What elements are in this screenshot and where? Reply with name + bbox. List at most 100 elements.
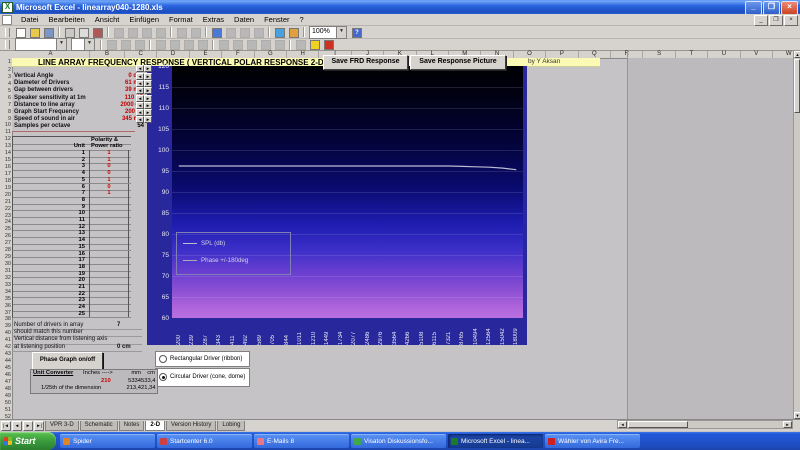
row-header-41[interactable]: 41 [0,337,11,344]
spinner-right-icon[interactable]: ► [144,73,152,80]
parameter-spinner[interactable]: ◄► [136,95,152,102]
workbook-restore-button[interactable]: ❐ [769,15,783,26]
driver-polarity-value[interactable] [89,197,129,204]
row-header-2[interactable]: 2 [0,67,11,74]
help-icon[interactable]: ? [350,27,362,38]
column-header-S[interactable]: S [643,51,675,58]
driver-polarity-value[interactable] [89,304,129,311]
row-header-3[interactable]: 3 [0,74,11,81]
save-icon[interactable] [42,27,54,38]
horizontal-scrollbar[interactable]: ◄ ► [617,420,793,429]
driver-polarity-value[interactable] [89,230,129,237]
phase-graph-button[interactable]: Phase Graph on/off [32,352,103,370]
spinner-left-icon[interactable]: ◄ [136,102,144,109]
row-header-44[interactable]: 44 [0,358,11,365]
row-header-11[interactable]: 11 [0,129,11,136]
driver-polarity-value[interactable] [89,237,129,244]
driver-polarity-value[interactable]: 0 [89,184,129,191]
row-header-18[interactable]: 18 [0,178,11,185]
column-header-E[interactable]: E [190,51,222,58]
taskbar-button-w-hler-von-avira-fre[interactable]: Wähler von Avira Fre... [545,434,640,448]
hscroll-thumb[interactable] [628,421,688,428]
row-header-16[interactable]: 16 [0,164,11,171]
sheet-tab-notes[interactable]: Notes [119,421,145,431]
row-header-48[interactable]: 48 [0,386,11,393]
row-header-20[interactable]: 20 [0,192,11,199]
row-header-5[interactable]: 5 [0,88,11,95]
font-name-select[interactable]: ▼ [15,38,67,51]
row-header-17[interactable]: 17 [0,171,11,178]
row-header-6[interactable]: 6 [0,95,11,102]
chevron-down-icon[interactable]: ▼ [56,39,66,50]
sheet-tab-vpr-3-d[interactable]: VPR 3-D [45,421,79,431]
taskbar-button-microsoft-excel-linea[interactable]: Microsoft Excel - linea... [448,434,543,448]
column-header-F[interactable]: F [222,51,254,58]
row-header-24[interactable]: 24 [0,219,11,226]
driver-polarity-value[interactable] [89,204,129,211]
inches-value[interactable]: 210 [101,378,111,386]
scroll-down-icon[interactable]: ▼ [794,412,800,419]
spinner-left-icon[interactable]: ◄ [136,80,144,87]
spinner-left-icon[interactable]: ◄ [136,95,144,102]
spelling-icon[interactable] [91,27,103,38]
maximize-button[interactable]: ❐ [763,1,780,15]
print-preview-icon[interactable] [77,27,89,38]
scroll-left-icon[interactable]: ◄ [618,421,627,428]
row-header-30[interactable]: 30 [0,261,11,268]
spinner-left-icon[interactable]: ◄ [136,87,144,94]
new-icon[interactable] [14,27,26,38]
driver-polarity-value[interactable]: 1 [89,157,129,164]
sheet-tab-2-d[interactable]: 2-D [145,421,165,431]
driver-polarity-value[interactable] [89,217,129,224]
column-header-C[interactable]: C [125,51,157,58]
chevron-down-icon[interactable]: ▼ [84,39,94,50]
menu-datei[interactable]: Datei [16,15,44,24]
row-header-15[interactable]: 15 [0,157,11,164]
column-header-G[interactable]: G [255,51,287,58]
menu-format[interactable]: Format [164,15,198,24]
row-header-34[interactable]: 34 [0,289,11,296]
row-header-12[interactable]: 12 [0,136,11,143]
parameter-value[interactable]: 54 [100,123,144,130]
row-header-26[interactable]: 26 [0,233,11,240]
taskbar-button-e-mails-8[interactable]: E-Mails 8 [254,434,349,448]
radio-unselected-icon[interactable] [159,355,167,363]
menu-fenster[interactable]: Fenster [259,15,294,24]
print-icon[interactable] [63,27,75,38]
tab-scroll-first-icon[interactable]: |◄ [1,421,11,431]
row-header-43[interactable]: 43 [0,351,11,358]
driver-polarity-value[interactable]: 0 [89,163,129,170]
chart-wizard-icon[interactable] [273,27,285,38]
spinner-right-icon[interactable]: ► [144,80,152,87]
driver-polarity-value[interactable] [89,251,129,258]
row-header-45[interactable]: 45 [0,365,11,372]
parameter-spinner[interactable]: ◄► [136,87,152,94]
driver-polarity-value[interactable] [89,291,129,298]
font-size-select[interactable]: ▼ [71,38,95,51]
parameter-spinner[interactable]: ◄► [136,109,152,116]
driver-polarity-value[interactable]: 1 [89,177,129,184]
parameter-spinner[interactable]: ◄► [136,102,152,109]
column-header-P[interactable]: P [546,51,578,58]
vscroll-thumb[interactable] [794,59,800,113]
sheet-tab-schematic[interactable]: Schematic [80,421,118,431]
row-header-36[interactable]: 36 [0,303,11,310]
spinner-left-icon[interactable]: ◄ [136,65,144,72]
row-header-7[interactable]: 7 [0,102,11,109]
row-header-27[interactable]: 27 [0,240,11,247]
column-header-U[interactable]: U [708,51,740,58]
driver-polarity-value[interactable] [89,271,129,278]
driver-polarity-value[interactable] [89,244,129,251]
column-header-H[interactable]: H [287,51,319,58]
spinner-right-icon[interactable]: ► [144,87,152,94]
parameter-spinner[interactable]: ◄► [136,116,152,123]
driver-polarity-value[interactable] [89,311,129,318]
row-header-40[interactable]: 40 [0,330,11,337]
taskbar-button-startcenter-6-0[interactable]: Startcenter 6.0 [157,434,252,448]
row-header-46[interactable]: 46 [0,372,11,379]
row-header-50[interactable]: 50 [0,400,11,407]
driver-polarity-value[interactable] [89,257,129,264]
column-header-B[interactable]: B [90,51,125,58]
column-header-D[interactable]: D [157,51,189,58]
parameter-spinner[interactable]: ◄► [136,80,152,87]
